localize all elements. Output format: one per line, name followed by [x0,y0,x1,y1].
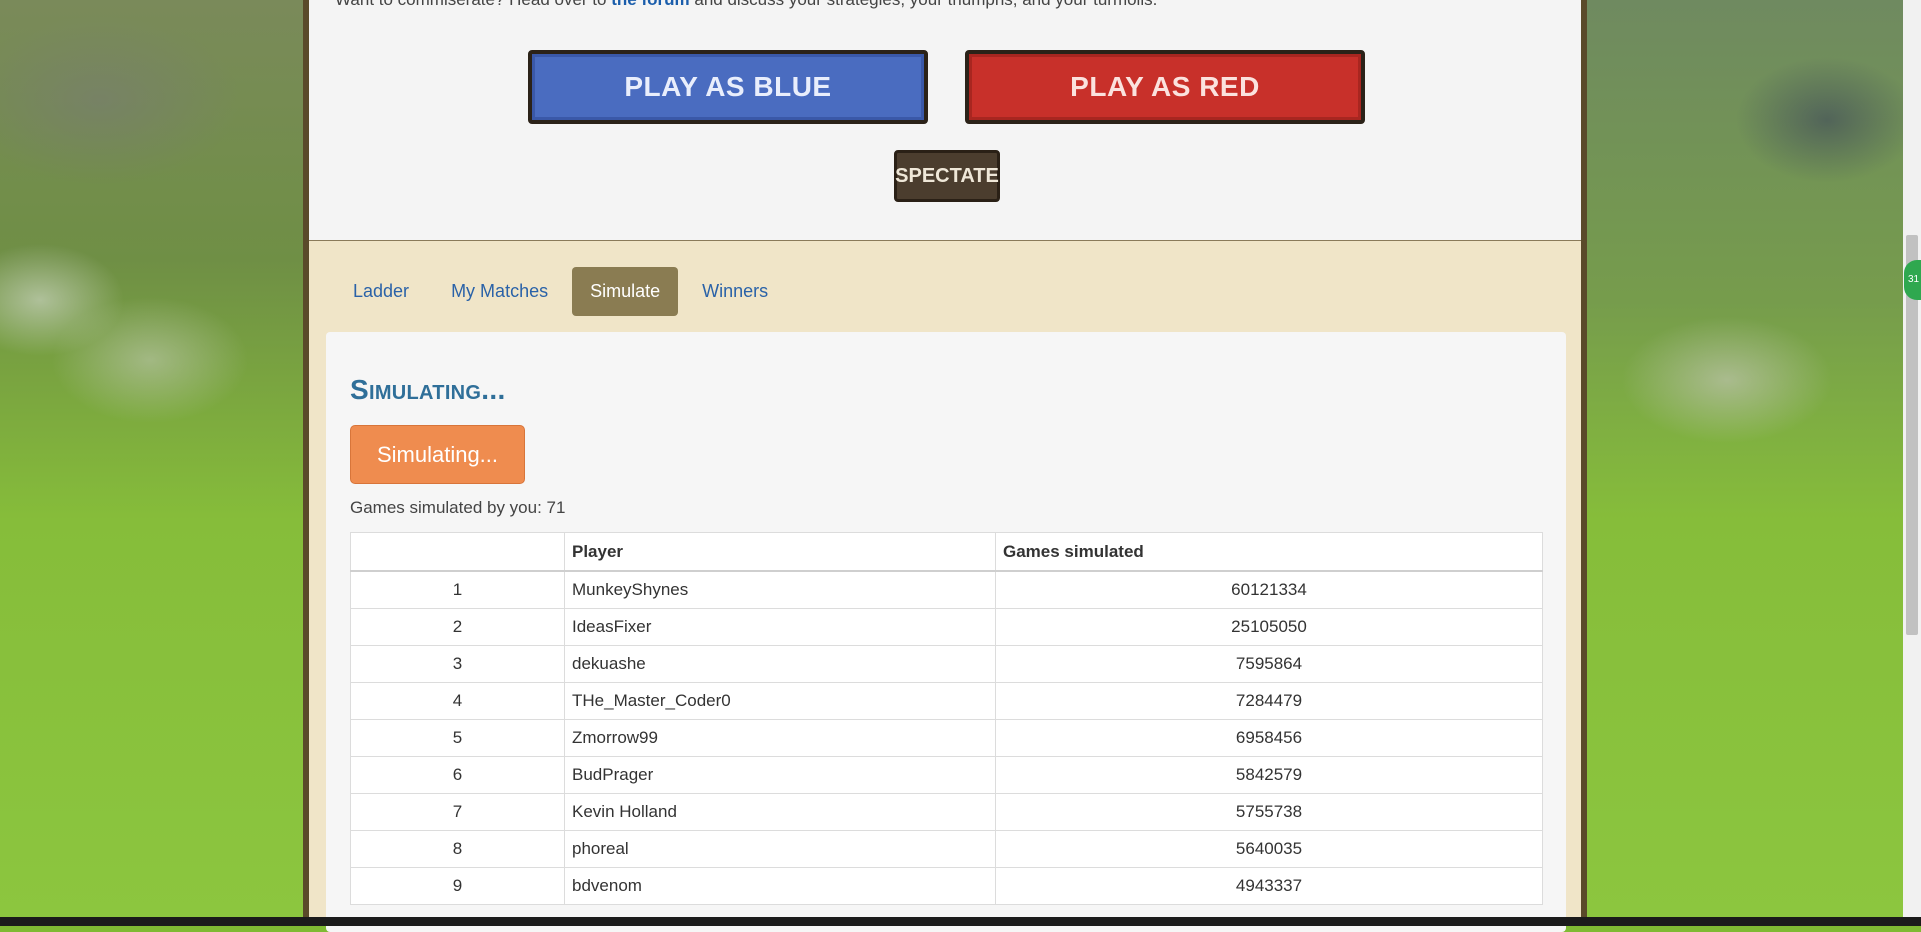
player-cell: phoreal [564,830,996,868]
tab-bar: Ladder My Matches Simulate Winners [335,267,786,317]
os-taskbar [0,917,1921,926]
tab-simulate[interactable]: Simulate [572,267,679,316]
table-row: 1 MunkeyShynes 60121334 [350,570,1543,609]
table-header-row: Player Games simulated [350,532,1543,572]
forum-link[interactable]: the forum [611,0,689,9]
forum-intro-text: Want to commiserate? Head over to the fo… [335,0,1157,10]
games-cell: 5755738 [995,793,1543,831]
simulators-table: Player Games simulated 1 MunkeyShynes 6012… [350,532,1543,905]
player-cell: BudPrager [564,756,996,794]
background-left-scenery [0,0,305,926]
rank-header [350,532,565,572]
games-simulated-count: Games simulated by you: 71 [350,498,566,517]
tab-my-matches[interactable]: My Matches [433,267,566,316]
rank-cell: 1 [350,570,565,609]
spectate-button[interactable]: SPECTATE [894,150,1000,202]
simulate-button[interactable]: Simulating... [350,425,525,484]
table-row: 2 IdeasFixer 25105050 [350,608,1543,646]
player-cell: bdvenom [564,867,996,905]
player-cell: IdeasFixer [564,608,996,646]
games-cell: 6958456 [995,719,1543,757]
background-right-scenery [1587,0,1903,926]
rank-cell: 7 [350,793,565,831]
simulate-card: Simulating... Simulating... Games simula… [326,332,1566,932]
player-cell: MunkeyShynes [564,570,996,609]
table-row: 7 Kevin Holland 5755738 [350,793,1543,831]
table-row: 6 BudPrager 5842579 [350,756,1543,794]
player-cell: THe_Master_Coder0 [564,682,996,720]
notification-badge[interactable]: 31 [1904,260,1921,300]
games-cell: 60121334 [995,570,1543,609]
table-row: 9 bdvenom 4943337 [350,867,1543,905]
games-cell: 4943337 [995,867,1543,905]
games-cell: 25105050 [995,608,1543,646]
play-panel: Want to commiserate? Head over to the fo… [309,0,1581,241]
games-header: Games simulated [995,532,1543,572]
table-row: 5 Zmorrow99 6958456 [350,719,1543,757]
player-header: Player [564,532,996,572]
rank-cell: 2 [350,608,565,646]
intro-prefix: Want to commiserate? Head over to [335,0,607,9]
player-cell: Kevin Holland [564,793,996,831]
rank-cell: 8 [350,830,565,868]
games-cell: 7284479 [995,682,1543,720]
play-as-red-button[interactable]: PLAY AS RED [965,50,1365,124]
table-row: 3 dekuashe 7595864 [350,645,1543,683]
table-row: 4 THe_Master_Coder0 7284479 [350,682,1543,720]
games-cell: 5640035 [995,830,1543,868]
rank-cell: 3 [350,645,565,683]
player-cell: Zmorrow99 [564,719,996,757]
rank-cell: 5 [350,719,565,757]
games-cell: 5842579 [995,756,1543,794]
rank-cell: 9 [350,867,565,905]
tab-ladder[interactable]: Ladder [335,267,427,316]
play-as-blue-button[interactable]: PLAY AS BLUE [528,50,928,124]
player-cell: dekuashe [564,645,996,683]
tab-winners[interactable]: Winners [684,267,786,316]
simulate-heading: Simulating... [350,374,506,405]
main-content: Want to commiserate? Head over to the fo… [309,0,1581,932]
intro-suffix: and discuss your strategies, your triump… [694,0,1157,9]
frame-right [1581,0,1587,926]
games-cell: 7595864 [995,645,1543,683]
table-row: 8 phoreal 5640035 [350,830,1543,868]
rank-cell: 4 [350,682,565,720]
rank-cell: 6 [350,756,565,794]
